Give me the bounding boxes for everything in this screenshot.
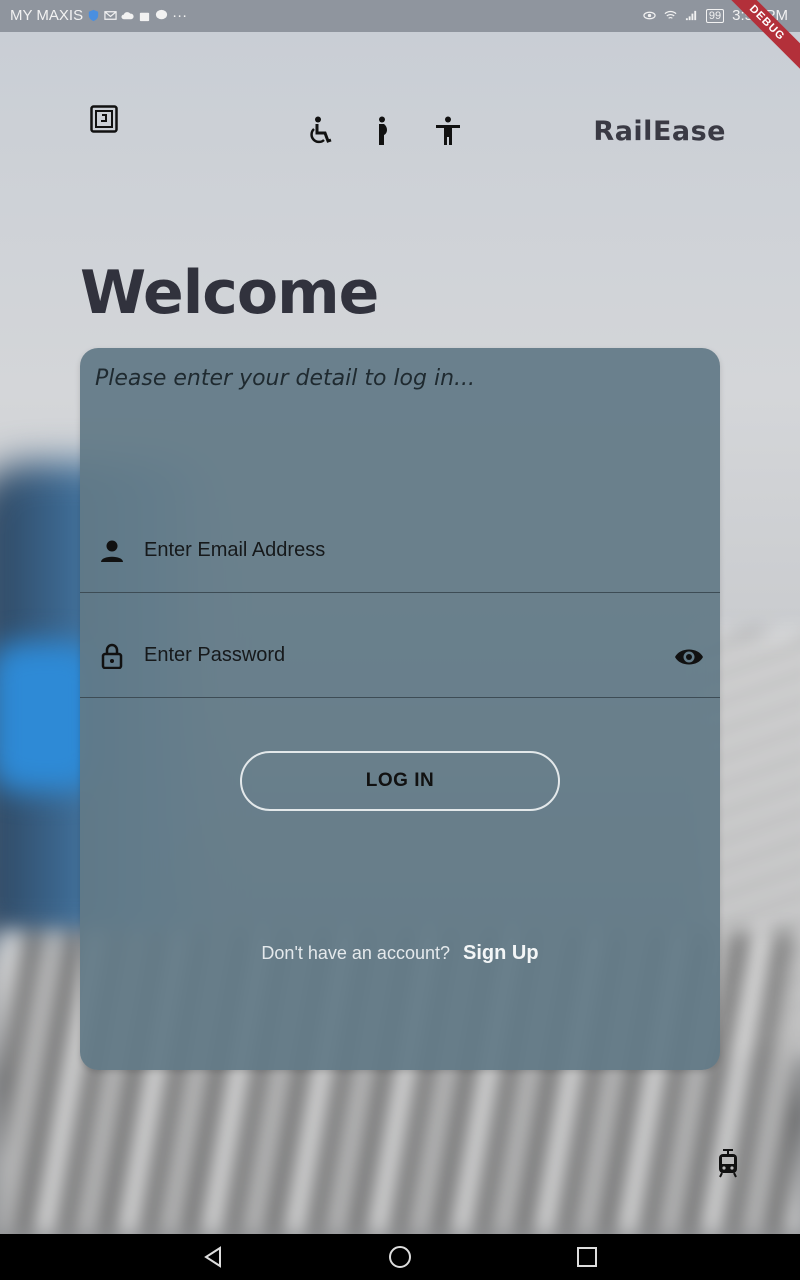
recent-apps-icon[interactable] bbox=[575, 1245, 599, 1269]
pregnant-icon[interactable] bbox=[373, 116, 393, 146]
navigation-bar bbox=[0, 1234, 800, 1280]
battery-icon: 99 bbox=[705, 8, 725, 23]
password-placeholder: Enter Password bbox=[144, 644, 286, 666]
more-notifications-icon: ··· bbox=[172, 7, 188, 24]
email-placeholder: Enter Email Address bbox=[144, 539, 326, 561]
wifi-icon bbox=[664, 10, 677, 19]
login-button[interactable]: LOG IN bbox=[240, 751, 560, 811]
page-title: Welcome bbox=[80, 258, 379, 328]
chat-icon bbox=[156, 9, 168, 20]
signal-icon bbox=[685, 10, 697, 21]
show-password-eye-icon[interactable] bbox=[674, 646, 704, 668]
accessibility-person-icon[interactable] bbox=[434, 116, 462, 146]
eye-comfort-icon bbox=[643, 11, 656, 20]
cloud-icon bbox=[121, 12, 134, 20]
shopping-bag-icon bbox=[139, 12, 150, 22]
status-left: MY MAXIS ··· bbox=[10, 7, 187, 24]
shield-icon bbox=[88, 9, 99, 22]
login-card: Please enter your detail to log in... En… bbox=[80, 348, 720, 1070]
card-subtitle: Please enter your detail to log in... bbox=[95, 366, 475, 391]
signup-prompt: Don't have an account? bbox=[261, 943, 450, 963]
mail-icon bbox=[104, 11, 117, 20]
status-bar: MY MAXIS ··· 99 3:54 PM DEBUG bbox=[0, 0, 800, 76]
back-icon[interactable] bbox=[201, 1245, 225, 1269]
brand-name: RailEase bbox=[593, 116, 726, 147]
tram-icon[interactable] bbox=[717, 1148, 739, 1178]
email-field[interactable]: Enter Email Address bbox=[80, 488, 720, 593]
signup-row: Don't have an account? Sign Up bbox=[80, 942, 720, 965]
carrier-name: MY MAXIS bbox=[10, 7, 84, 24]
person-icon bbox=[101, 540, 123, 562]
wheelchair-icon[interactable] bbox=[307, 116, 333, 146]
password-field[interactable]: Enter Password bbox=[80, 593, 720, 698]
app-logo-icon[interactable] bbox=[90, 105, 118, 133]
signup-link[interactable]: Sign Up bbox=[463, 942, 539, 964]
home-icon[interactable] bbox=[388, 1245, 412, 1269]
lock-icon bbox=[101, 643, 123, 669]
